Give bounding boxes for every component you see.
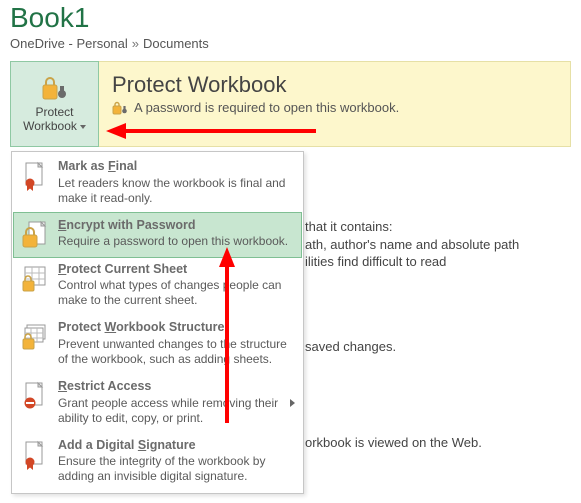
menu-item-restrict-access[interactable]: Restrict Access Grant people access whil… (14, 374, 301, 433)
breadcrumb[interactable]: OneDrive - Personal » Documents (10, 36, 571, 51)
protect-button-line2: Workbook (23, 120, 77, 134)
page-title: Book1 (10, 2, 571, 34)
protect-panel-title: Protect Workbook (112, 72, 399, 98)
protect-workbook-button[interactable]: Protect Workbook (10, 61, 99, 147)
background-text-block-2: saved changes. (305, 338, 396, 356)
chevron-right-icon: » (132, 36, 139, 51)
lock-key-icon (40, 74, 70, 102)
background-text-block-1: that it contains: ath, author's name and… (305, 218, 519, 271)
chevron-right-icon (290, 399, 295, 407)
protect-workbook-menu: Mark as Final Let readers know the workb… (11, 151, 304, 494)
background-text-block-3: orkbook is viewed on the Web. (305, 434, 482, 452)
menu-item-mark-as-final[interactable]: Mark as Final Let readers know the workb… (14, 154, 301, 213)
menu-item-desc: Ensure the integrity of the workbook by … (58, 454, 295, 484)
document-ribbon-icon (20, 438, 50, 470)
breadcrumb-part-b: Documents (143, 36, 209, 51)
sheet-lock-icon (20, 262, 50, 294)
menu-item-desc: Grant people access while removing their… (58, 396, 295, 426)
menu-item-desc: Prevent unwanted changes to the structur… (58, 337, 295, 367)
menu-item-protect-workbook-structure[interactable]: Protect Workbook Structure Prevent unwan… (14, 315, 301, 374)
document-no-entry-icon (20, 379, 50, 411)
lock-document-icon (20, 218, 50, 250)
lock-key-icon (112, 101, 128, 115)
protect-workbook-panel: Protect Workbook Protect Workbook (10, 61, 571, 147)
workbook-lock-icon (20, 320, 50, 352)
breadcrumb-part-a: OneDrive - Personal (10, 36, 128, 51)
chevron-down-icon (80, 125, 86, 129)
protect-button-line1: Protect (23, 106, 86, 120)
menu-item-desc: Control what types of changes people can… (58, 278, 295, 308)
document-ribbon-icon (20, 159, 50, 191)
menu-item-protect-current-sheet[interactable]: Protect Current Sheet Control what types… (14, 257, 301, 316)
menu-item-desc: Let readers know the workbook is final a… (58, 176, 295, 206)
menu-item-desc: Require a password to open this workbook… (58, 234, 295, 249)
menu-item-encrypt-with-password[interactable]: Encrypt with Password Require a password… (13, 212, 302, 258)
protect-panel-subtitle: A password is required to open this work… (134, 100, 399, 115)
menu-item-add-digital-signature[interactable]: Add a Digital Signature Ensure the integ… (14, 433, 301, 492)
